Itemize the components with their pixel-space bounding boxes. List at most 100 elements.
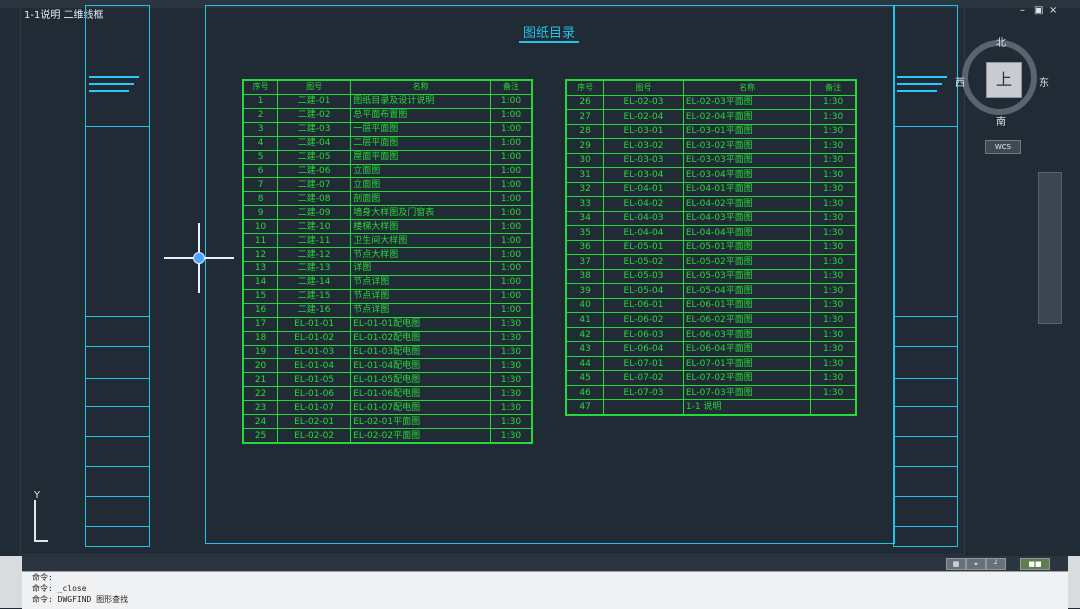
table-cell: EL-05-02 <box>603 254 684 270</box>
table-cell: 1:00 <box>489 135 533 151</box>
model-icon[interactable]: ■■ <box>1020 558 1050 570</box>
title-block-bar <box>897 90 937 92</box>
table-row: 1 二建-01 图纸目录及设计说明 1:00 <box>242 93 533 109</box>
sheet-title: 图纸目录 <box>519 22 580 43</box>
table-cell: 13 <box>242 260 279 276</box>
table-row: 23 EL-01-07 EL-01-07配电图 1:30 <box>242 400 533 416</box>
table-cell: 二建-03 <box>277 121 352 137</box>
table-row: 22 EL-01-06 EL-01-06配电图 1:30 <box>242 386 533 402</box>
table-row: 45 EL-07-02 EL-07-02平面图 1:30 <box>565 370 856 386</box>
table-cell: 1:30 <box>810 355 856 372</box>
table-row: 20 EL-01-04 EL-01-04配电图 1:30 <box>242 358 533 374</box>
table-cell: EL-04-04 <box>603 225 684 241</box>
table-cell: 1:30 <box>810 283 856 299</box>
wcs-menu-button[interactable]: WCS <box>985 140 1021 154</box>
table-cell: 二建-04 <box>277 135 352 151</box>
table-cell: 4 <box>242 135 279 151</box>
grid-icon[interactable]: ▦ <box>946 558 966 570</box>
viewcube-top-face[interactable]: 上 <box>986 62 1022 98</box>
table-cell: 1:00 <box>489 260 533 276</box>
table-cell: 1:00 <box>489 149 533 165</box>
table-cell: 1:30 <box>810 326 856 343</box>
ortho-icon[interactable]: ┘ <box>986 558 1006 570</box>
table-row: 13 二建-13 详图 1:00 <box>242 260 533 276</box>
command-tab-strip <box>22 556 1068 571</box>
table-row: 47 1-1 说明 <box>565 399 856 415</box>
table-row: 35 EL-04-04 EL-04-04平面图 1:30 <box>565 225 856 241</box>
table-cell: 29 <box>565 138 605 154</box>
table-cell: EL-01-05配电图 <box>350 372 491 388</box>
restore-icon[interactable]: ▣ <box>1034 5 1043 16</box>
title-block-divider <box>86 526 149 527</box>
snap-icon[interactable]: ⌖ <box>966 558 986 570</box>
table-cell: EL-06-04平面图 <box>682 341 812 357</box>
title-block-divider <box>894 126 957 127</box>
table-cell: 3 <box>242 121 279 137</box>
table-cell: 46 <box>565 384 605 401</box>
title-block-bar <box>89 76 139 78</box>
table-row: 19 EL-01-03 EL-01-03配电图 1:30 <box>242 344 533 360</box>
table-cell: 16 <box>242 302 279 318</box>
table-header-cell: 名称 <box>350 80 491 95</box>
command-input[interactable]: 命令: DWGFIND 图形查找 <box>22 594 1068 605</box>
table-row: 30 EL-03-03 EL-03-03平面图 1:30 <box>565 152 856 169</box>
table-row: 24 EL-02-01 EL-02-01平面图 1:30 <box>242 414 533 430</box>
table-cell: EL-02-02平面图 <box>350 428 491 443</box>
title-block-divider <box>86 316 149 317</box>
close-icon[interactable]: × <box>1049 5 1057 16</box>
table-cell: 二层平面图 <box>350 135 491 151</box>
table-cell: 二建-01 <box>277 93 352 109</box>
drawing-viewport[interactable]: 1-1说明 二维线框 – ▣ × Y 图纸目录 序号 图号 名称 备注 1 二建-01 图纸… <box>0 0 1080 556</box>
table-cell: 剖面图 <box>350 191 491 207</box>
table-cell: 1:00 <box>489 191 533 207</box>
table-cell: 二建-13 <box>277 260 352 276</box>
table-cell: EL-04-04平面图 <box>682 225 812 241</box>
table-cell: EL-03-02平面图 <box>682 138 812 154</box>
title-block-divider <box>86 126 149 127</box>
navigation-bar[interactable] <box>1038 172 1062 324</box>
table-cell: 12 <box>242 247 279 262</box>
table-cell: 1:30 <box>489 414 533 430</box>
table-cell: EL-06-03 <box>603 326 684 343</box>
title-block-divider <box>894 526 957 527</box>
table-row: 33 EL-04-02 EL-04-02平面图 1:30 <box>565 196 856 212</box>
table-cell: EL-02-03 <box>603 94 684 111</box>
table-cell: 1:30 <box>810 312 856 328</box>
compass-west-label[interactable]: 西 <box>955 74 965 89</box>
table-header-cell: 备注 <box>810 80 856 96</box>
table-cell: 二建-12 <box>277 247 352 262</box>
minimize-icon[interactable]: – <box>1020 5 1025 16</box>
table-cell: 二建-08 <box>277 191 352 207</box>
table-row: 28 EL-03-01 EL-03-01平面图 1:30 <box>565 123 856 140</box>
table-cell: EL-03-04 <box>603 167 684 183</box>
table-cell: 1:30 <box>810 167 856 183</box>
command-area: 命令: 命令: _close 命令: DWGFIND 图形查找 <box>0 556 1080 609</box>
compass-south-label[interactable]: 南 <box>996 113 1006 128</box>
table-cell: 立面图 <box>350 163 491 179</box>
table-header-cell: 备注 <box>489 80 533 95</box>
title-block-divider <box>894 378 957 379</box>
table-cell: EL-01-07配电图 <box>350 400 491 416</box>
table-row: 44 EL-07-01 EL-07-01平面图 1:30 <box>565 355 856 372</box>
table-cell: 23 <box>242 400 279 416</box>
table-cell: EL-07-03平面图 <box>682 384 812 401</box>
table-cell: EL-03-02 <box>603 138 684 154</box>
table-cell: 40 <box>565 297 605 314</box>
table-cell: EL-01-03配电图 <box>350 344 491 360</box>
compass-east-label[interactable]: 东 <box>1039 74 1049 89</box>
table-cell: 1:30 <box>489 428 533 443</box>
table-cell: EL-01-07 <box>277 400 352 416</box>
compass-north-label[interactable]: 北 <box>996 34 1006 49</box>
table-cell: EL-07-02 <box>603 370 684 386</box>
table-row: 11 二建-11 卫生间大样图 1:00 <box>242 233 533 249</box>
table-cell: 二建-14 <box>277 274 352 290</box>
title-block-divider <box>86 466 149 467</box>
table-cell: EL-05-03 <box>603 268 684 285</box>
table-cell: 1:30 <box>810 181 856 198</box>
title-block-bar <box>89 90 129 92</box>
table-row: 38 EL-05-03 EL-05-03平面图 1:30 <box>565 268 856 285</box>
table-cell: 11 <box>242 233 279 249</box>
command-line[interactable]: 命令: 命令: _close 命令: DWGFIND 图形查找 <box>22 571 1068 609</box>
left-title-block <box>85 5 150 547</box>
table-cell: 41 <box>565 312 605 328</box>
